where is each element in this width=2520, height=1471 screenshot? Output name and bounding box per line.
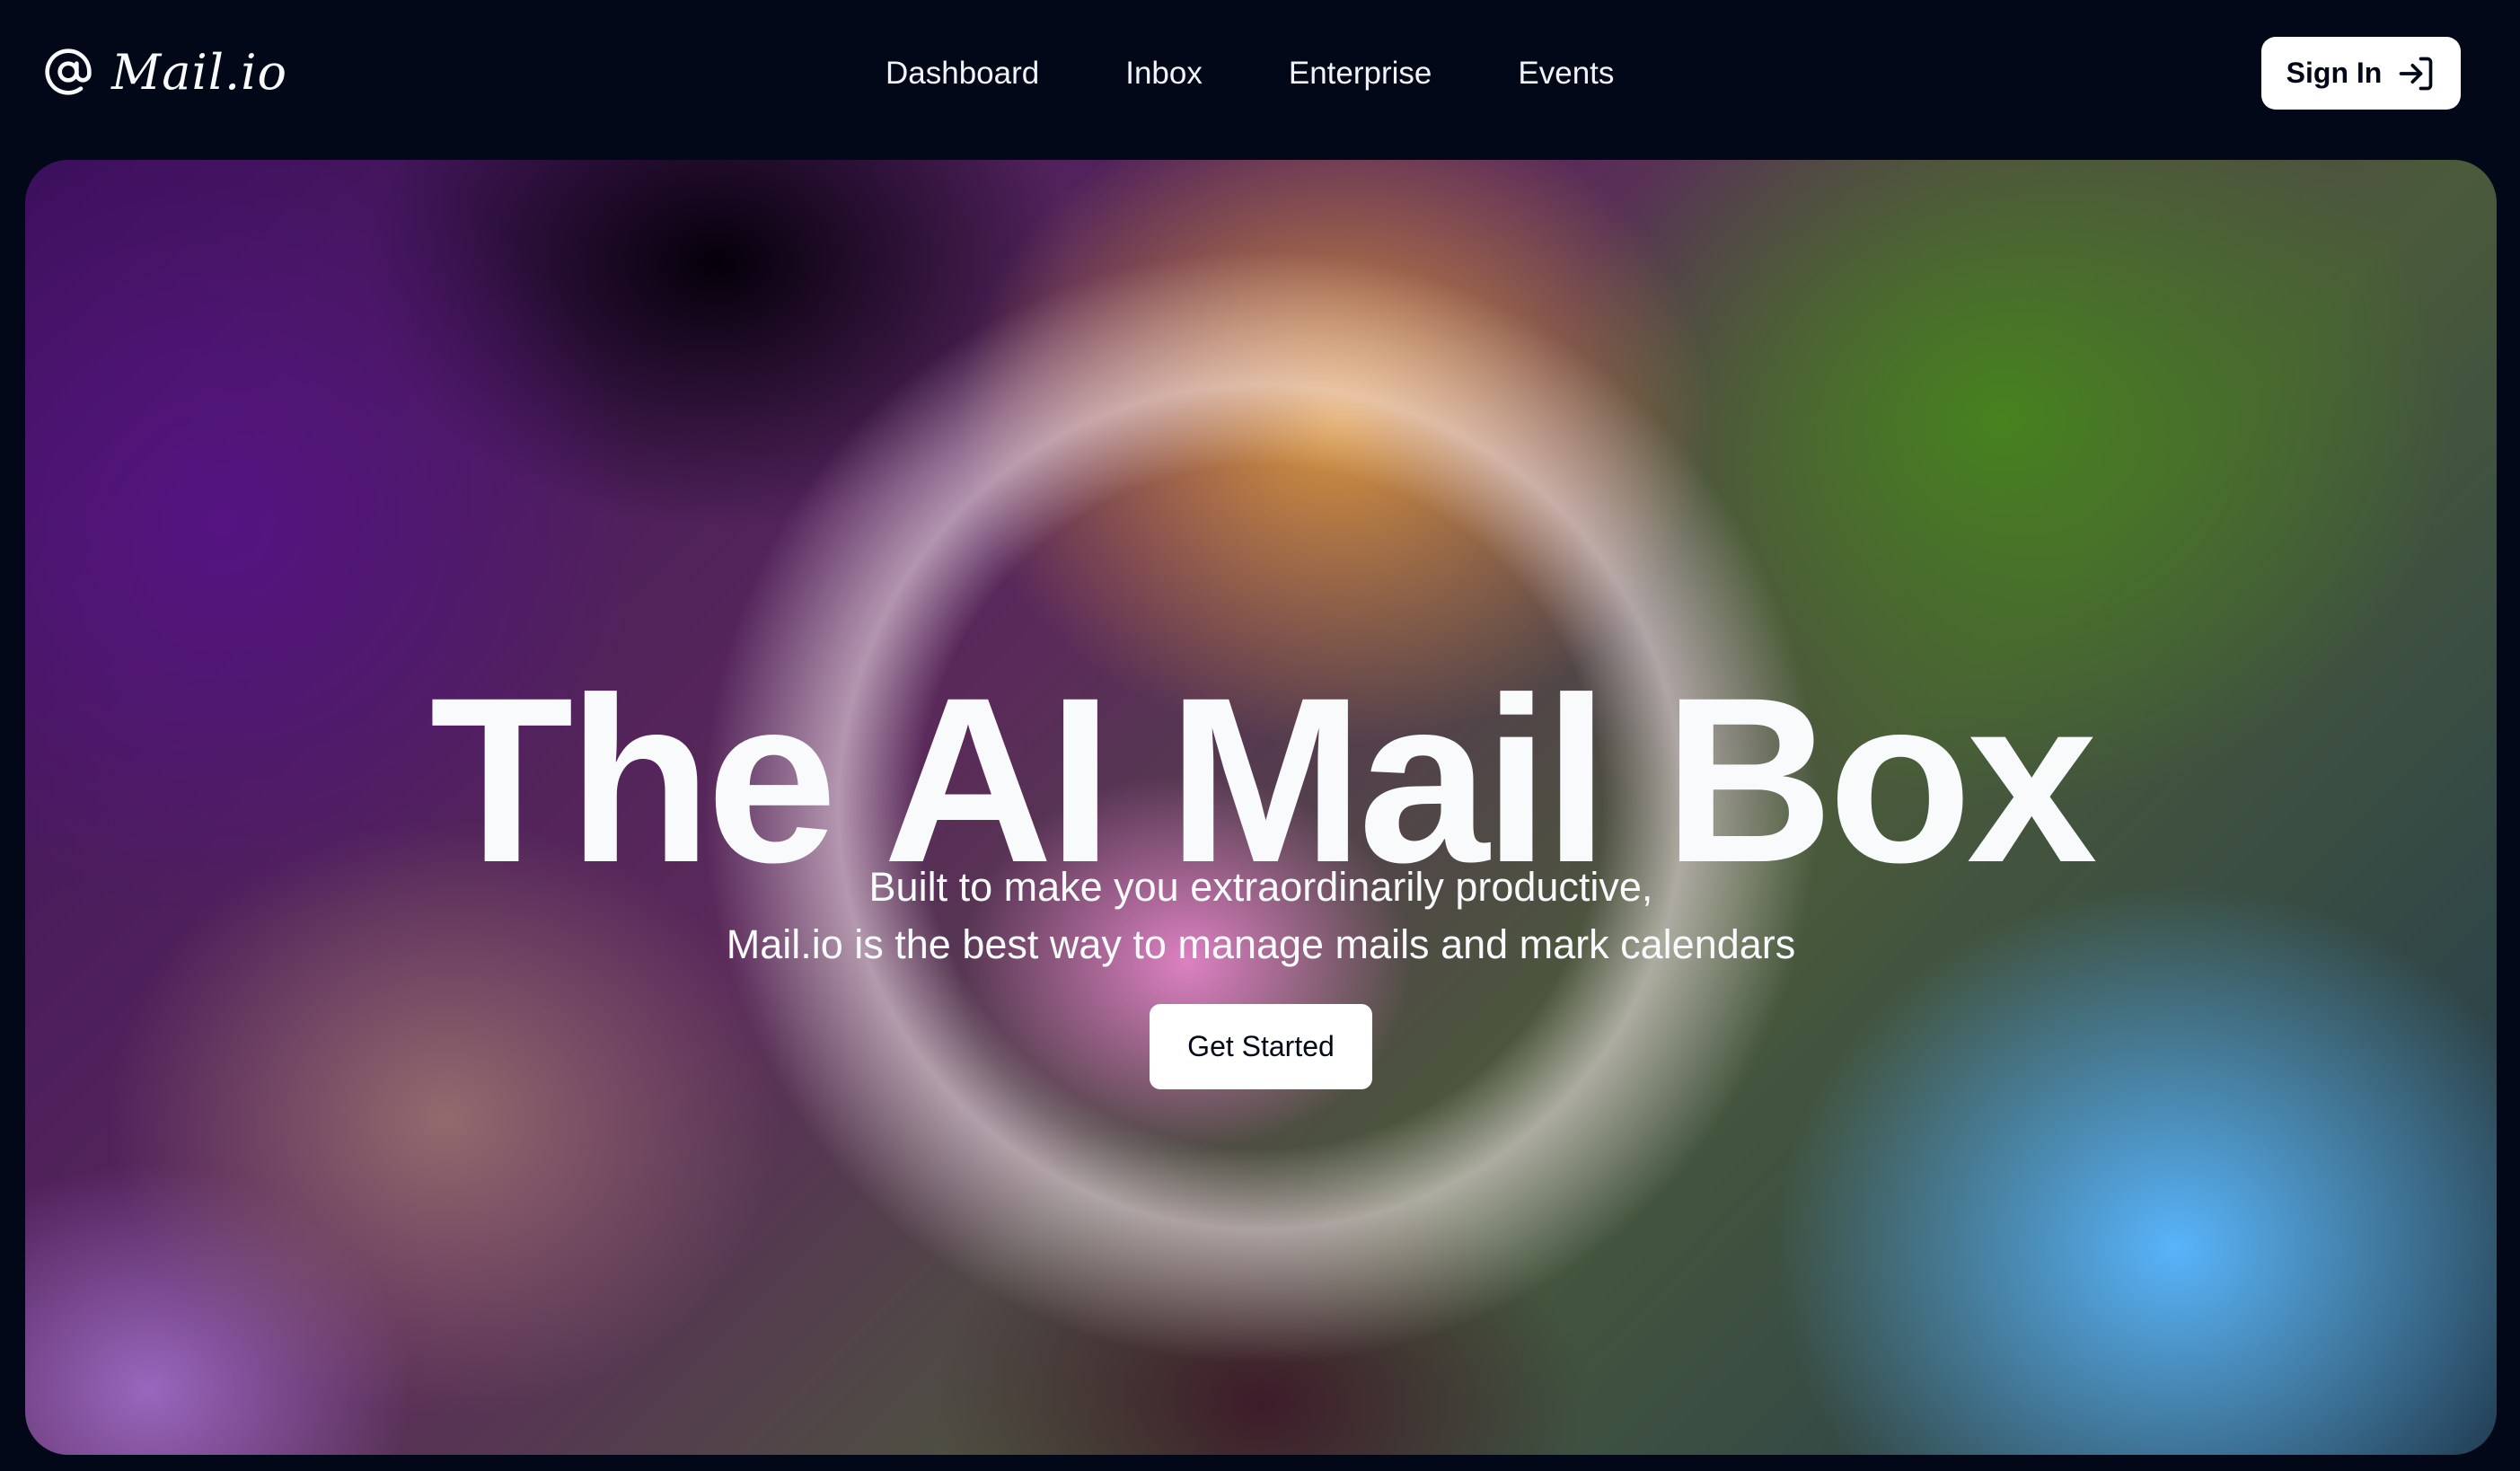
at-sign-icon xyxy=(41,45,95,99)
main-nav: Dashboard Inbox Enterprise Events xyxy=(886,47,1614,101)
brand-name: Mail.io xyxy=(111,43,287,101)
hero-subtitle-line-2: Mail.io is the best way to manage mails … xyxy=(726,921,1796,967)
hero-subtitle: Built to make you extraordinarily produc… xyxy=(25,859,2497,973)
get-started-button[interactable]: Get Started xyxy=(1150,1004,1372,1089)
sign-in-label: Sign In xyxy=(2286,57,2383,89)
top-navigation-bar: Mail.io Dashboard Inbox Enterprise Event… xyxy=(0,0,2520,153)
brand-logo[interactable]: Mail.io xyxy=(41,40,287,104)
nav-item-dashboard[interactable]: Dashboard xyxy=(886,56,1039,92)
nav-item-enterprise[interactable]: Enterprise xyxy=(1289,56,1432,92)
hero-section: The AI Mail Box Built to make you extrao… xyxy=(25,160,2497,1455)
nav-item-inbox[interactable]: Inbox xyxy=(1125,56,1203,92)
hero-subtitle-line-1: Built to make you extraordinarily produc… xyxy=(868,864,1653,910)
nav-item-events[interactable]: Events xyxy=(1518,56,1614,92)
sign-in-button[interactable]: Sign In xyxy=(2261,37,2461,110)
sign-in-arrow-icon xyxy=(2396,54,2436,93)
